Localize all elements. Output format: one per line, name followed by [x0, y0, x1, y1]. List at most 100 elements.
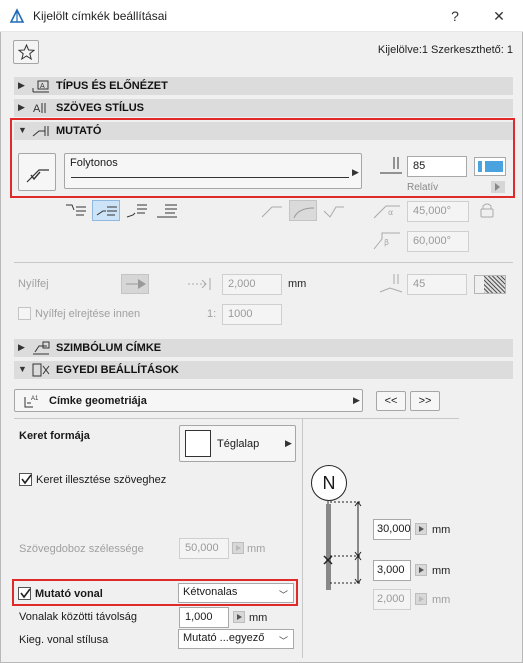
expand-arrow-icon: ▶: [18, 102, 25, 112]
pointer-line-preview: [323, 500, 362, 590]
offset-distance-input[interactable]: 30,000: [373, 519, 411, 540]
frame-shape-dropdown[interactable]: Téglalap ▶: [179, 425, 296, 462]
favorites-button[interactable]: [13, 40, 39, 64]
angle-alpha-input[interactable]: 45,000°: [407, 201, 469, 222]
chevron-down-icon: ﹀: [278, 636, 288, 646]
previous-button[interactable]: <<: [376, 391, 406, 411]
dropdown-arrow-icon: ▶: [353, 395, 360, 405]
section-label: MUTATÓ: [56, 125, 102, 137]
separator: [14, 262, 513, 263]
pointer-icon: [32, 126, 49, 137]
svg-text:A: A: [33, 103, 41, 115]
section-pointer[interactable]: ▼ MUTATÓ: [14, 122, 513, 140]
section-symbol-label[interactable]: ▶ SZIMBÓLUM CÍMKE: [14, 339, 513, 357]
angle-beta-icon: β: [373, 232, 400, 250]
panel-divider: [302, 418, 303, 658]
north-marker-preview: N: [311, 465, 347, 501]
relative-label: Relatív: [407, 182, 439, 193]
pointer-line-label: Mutató vonal: [35, 588, 103, 600]
section-label: TÍPUS ÉS ELŐNÉZET: [56, 80, 168, 92]
offset-distance-menu[interactable]: [415, 523, 427, 535]
section-text-style[interactable]: ▶ A SZÖVEG STÍLUS: [14, 99, 513, 117]
collapse-arrow-icon: ▼: [18, 364, 27, 374]
expand-arrow-icon: ▶: [18, 342, 25, 352]
pointer-line-select[interactable]: Kétvonalas ﹀: [178, 583, 294, 603]
checkmark-icon: [20, 588, 31, 599]
attach-middle-button[interactable]: [92, 200, 120, 221]
frame-shape-label: Keret formája: [19, 430, 90, 442]
expand-arrow-icon: ▶: [18, 80, 25, 90]
svg-text:A1: A1: [31, 396, 39, 402]
pointer-curved-icon: [293, 207, 315, 219]
attach-first-line-icon[interactable]: [64, 201, 88, 219]
close-button[interactable]: ✕: [484, 4, 514, 28]
hide-arrowhead-checkbox[interactable]: [18, 307, 31, 320]
svg-text:α: α: [388, 208, 393, 217]
end-length-input[interactable]: 2,000: [373, 589, 411, 610]
ext-line-style-select[interactable]: Mutató ...egyező ﹀: [178, 629, 294, 649]
second-line-distance-unit: mm: [432, 565, 451, 577]
offset-distance-unit: mm: [432, 524, 451, 536]
attach-underline-icon[interactable]: [155, 201, 179, 219]
line-type-dropdown[interactable]: Folytonos ▶: [64, 153, 362, 189]
arrow-pen-swatch[interactable]: [474, 275, 506, 294]
pointer-segmented-icon[interactable]: [322, 201, 346, 219]
next-button[interactable]: >>: [410, 391, 440, 411]
symbol-label-icon: [33, 341, 50, 355]
line-type-label: Folytonos: [70, 157, 118, 169]
pointer-straight-icon[interactable]: [260, 201, 284, 219]
arrowhead-type-button[interactable]: [121, 274, 149, 294]
line-distance-input[interactable]: 1,000: [179, 607, 229, 628]
archicad-app-icon: [9, 8, 25, 23]
textbox-width-input[interactable]: 50,000: [179, 538, 229, 559]
angle-alpha-icon: α: [373, 205, 400, 219]
textbox-width-menu[interactable]: [232, 542, 244, 554]
line-distance-menu[interactable]: [233, 611, 245, 623]
ext-line-style-value: Mutató ...egyező: [183, 632, 265, 644]
end-length-menu[interactable]: [415, 593, 427, 605]
star-icon: [18, 44, 35, 60]
geometry-icon: A1: [24, 396, 39, 408]
second-line-distance-input[interactable]: 3,000: [373, 560, 411, 581]
line-distance-unit: mm: [249, 612, 268, 624]
section-type-preview[interactable]: ▶ A TÍPUS ÉS ELŐNÉZET: [14, 77, 513, 95]
dropdown-arrow-icon: ▶: [352, 167, 359, 177]
pen-icon: [380, 157, 402, 174]
checkmark-icon: [21, 474, 32, 485]
geometry-label: Címke geometriája: [49, 395, 147, 407]
second-line-distance-menu[interactable]: [415, 564, 427, 576]
arrow-size-icon: [188, 278, 211, 290]
selection-info: Kijelölve:1 Szerkeszthető: 1: [377, 44, 513, 56]
help-button[interactable]: ?: [440, 4, 470, 28]
arrowhead-size-input[interactable]: 2,000: [222, 274, 282, 295]
pointer-curved-button[interactable]: [289, 200, 317, 221]
angle-beta-input[interactable]: 60,000°: [407, 231, 469, 252]
section-label: SZÖVEG STÍLUS: [56, 102, 145, 114]
line-type-sample: [71, 177, 349, 178]
pointer-line-checkbox[interactable]: [18, 587, 31, 600]
lock-icon[interactable]: [478, 201, 496, 219]
section-label: SZIMBÓLUM CÍMKE: [56, 342, 162, 354]
hide-arrowhead-label: Nyílfej elrejtése innen: [35, 308, 141, 320]
svg-text:β: β: [384, 238, 389, 247]
scale-input[interactable]: 1000: [222, 304, 282, 325]
separator: [14, 418, 459, 419]
pen-number-input[interactable]: 85: [407, 156, 467, 177]
custom-settings-icon: [32, 363, 50, 377]
label-geometry-dropdown[interactable]: A1 Címke geometriája ▶: [14, 389, 363, 412]
attach-last-line-icon[interactable]: [125, 201, 149, 219]
svg-text:A: A: [40, 83, 45, 90]
end-length-unit: mm: [432, 594, 451, 606]
relative-menu-button[interactable]: [491, 181, 505, 193]
pen-color-swatch[interactable]: [474, 157, 506, 176]
attach-middle-icon: [96, 206, 117, 216]
dropdown-arrow-icon: ▶: [285, 438, 292, 448]
rectangle-icon: [185, 430, 211, 457]
collapse-arrow-icon: ▼: [18, 125, 27, 135]
fit-frame-label: Keret illesztése szöveghez: [36, 474, 167, 486]
arrow-pen-input[interactable]: 45: [407, 274, 467, 295]
pointer-shape-button[interactable]: [18, 153, 56, 191]
fit-frame-checkbox[interactable]: [19, 473, 32, 486]
section-custom-settings[interactable]: ▼ EGYEDI BEÁLLÍTÁSOK: [14, 361, 513, 379]
textbox-width-label: Szövegdoboz szélessége: [19, 543, 144, 555]
